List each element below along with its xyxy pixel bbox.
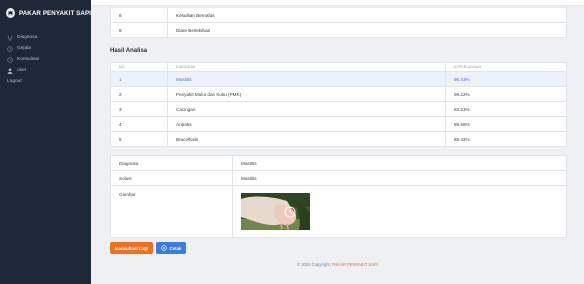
detail-label: Gambar xyxy=(110,185,233,238)
detail-label: Diagnosa xyxy=(110,155,233,171)
sidebar-item-label: Diagnosa xyxy=(17,35,38,40)
cell-kepercayaan: 96.43% xyxy=(445,71,567,87)
sidebar-item-label: user xyxy=(17,68,27,73)
content-panel: 8 Kesulitan Bernafas 9 Diare Berlebihan … xyxy=(110,7,567,255)
cell-no: 2 xyxy=(110,86,168,102)
sidebar-item-label: Gejala xyxy=(17,46,31,51)
cell-diagnosa: Cacingan xyxy=(167,101,446,117)
table-header-row: NO. DIAGNOSA KEPERCAYAAN xyxy=(110,62,567,72)
cell-no: 1 xyxy=(110,71,168,87)
sidebar-item-label: Logout xyxy=(7,79,22,84)
gejala-table: 8 Kesulitan Bernafas 9 Diare Berlebihan xyxy=(110,7,567,38)
section-title: Hasil Analisa xyxy=(110,48,148,54)
cell-diagnosa: Brucellosis xyxy=(167,131,446,147)
cell-diagnosa: Mastitis xyxy=(167,71,446,87)
sidebar-item-gejala[interactable]: Gejala xyxy=(0,43,91,54)
table-row: 4 Antraks 89.58% xyxy=(110,116,567,132)
stethoscope-icon xyxy=(7,35,13,41)
header-no: NO. xyxy=(110,62,168,72)
sidebar-item-user[interactable]: user xyxy=(0,65,91,76)
print-icon xyxy=(160,245,167,251)
user-icon xyxy=(7,67,13,74)
footer-brand-link[interactable]: PAKAR PENYAKIT SAPI xyxy=(332,262,378,267)
sidebar-item-diagnosa[interactable]: Diagnosa xyxy=(0,32,91,43)
cell-diagnosa: Penyakit Mulut dan Kuku (PMK) xyxy=(167,86,446,102)
header-kepercayaan: KEPERCAYAAN xyxy=(445,62,567,72)
brand[interactable]: PAKAR PENYAKIT SAPI xyxy=(0,0,91,26)
detail-image-cell: ₹ xyxy=(232,185,567,238)
brand-name: PAKAR PENYAKIT SAPI xyxy=(18,9,91,17)
results-table: NO. DIAGNOSA KEPERCAYAAN 1 Mastitis 96.4… xyxy=(110,62,567,147)
cell-kepercayaan: 89.42% xyxy=(445,131,567,147)
cell-kepercayaan: 93.53% xyxy=(445,101,567,117)
table-row: 5 Brucellosis 89.42% xyxy=(110,131,567,147)
detail-row-diagnosa: Diagnosa Mastitis xyxy=(110,155,567,171)
detail-row-solusi: Solusi Mastitis xyxy=(110,170,567,186)
footer-copyright: © 2024 Copyright: xyxy=(296,262,331,267)
action-buttons: Konsultasi Lagi Cetak xyxy=(110,242,186,254)
cell-diagnosa: Antraks xyxy=(167,116,446,132)
table-row: 2 Penyakit Mulut dan Kuku (PMK) 96.22% xyxy=(110,86,567,102)
clock-icon xyxy=(7,45,13,52)
cell-no: 4 xyxy=(110,116,168,132)
detail-row-gambar: Gambar ₹ xyxy=(110,185,567,238)
row-no: 9 xyxy=(110,22,168,38)
svg-text:₹: ₹ xyxy=(289,210,292,215)
clock-icon xyxy=(7,56,13,63)
sidebar-item-label: Konsultasi xyxy=(17,57,40,62)
table-row: 9 Diare Berlebihan xyxy=(110,22,567,38)
main-content: 8 Kesulitan Bernafas 9 Diare Berlebihan … xyxy=(91,0,584,284)
sidebar-item-logout[interactable]: Logout xyxy=(0,76,91,87)
detail-value: Mastitis xyxy=(232,155,567,171)
sidebar-nav: Diagnosa Gejala Konsultasi user Logout xyxy=(0,32,91,87)
header-diagnosa: DIAGNOSA xyxy=(167,62,446,72)
cell-no: 5 xyxy=(110,131,168,147)
detail-value: Mastitis xyxy=(232,170,567,186)
row-gejala: Kesulitan Bernafas xyxy=(167,7,567,23)
cow-logo-icon xyxy=(6,8,15,18)
sidebar: PAKAR PENYAKIT SAPI Diagnosa Gejala Kons… xyxy=(0,0,91,284)
cetak-label: Cetak xyxy=(169,245,182,251)
row-no: 8 xyxy=(110,7,168,23)
sidebar-item-konsultasi[interactable]: Konsultasi xyxy=(0,54,91,65)
table-row: 3 Cacingan 93.53% xyxy=(110,101,567,117)
row-gejala: Diare Berlebihan xyxy=(167,22,567,38)
detail-label: Solusi xyxy=(110,170,233,186)
cell-kepercayaan: 96.22% xyxy=(445,86,567,102)
detail-table: Diagnosa Mastitis Solusi Mastitis Gambar xyxy=(110,155,567,238)
table-row: 1 Mastitis 96.43% xyxy=(110,71,567,87)
cow-udder-image: ₹ xyxy=(241,193,310,230)
cetak-button[interactable]: Cetak xyxy=(156,242,186,254)
table-row: 8 Kesulitan Bernafas xyxy=(110,7,567,23)
footer: © 2024 Copyright: PAKAR PENYAKIT SAPI xyxy=(91,262,584,267)
cell-kepercayaan: 89.58% xyxy=(445,116,567,132)
konsultasi-lagi-button[interactable]: Konsultasi Lagi xyxy=(110,242,153,254)
cell-no: 3 xyxy=(110,101,168,117)
